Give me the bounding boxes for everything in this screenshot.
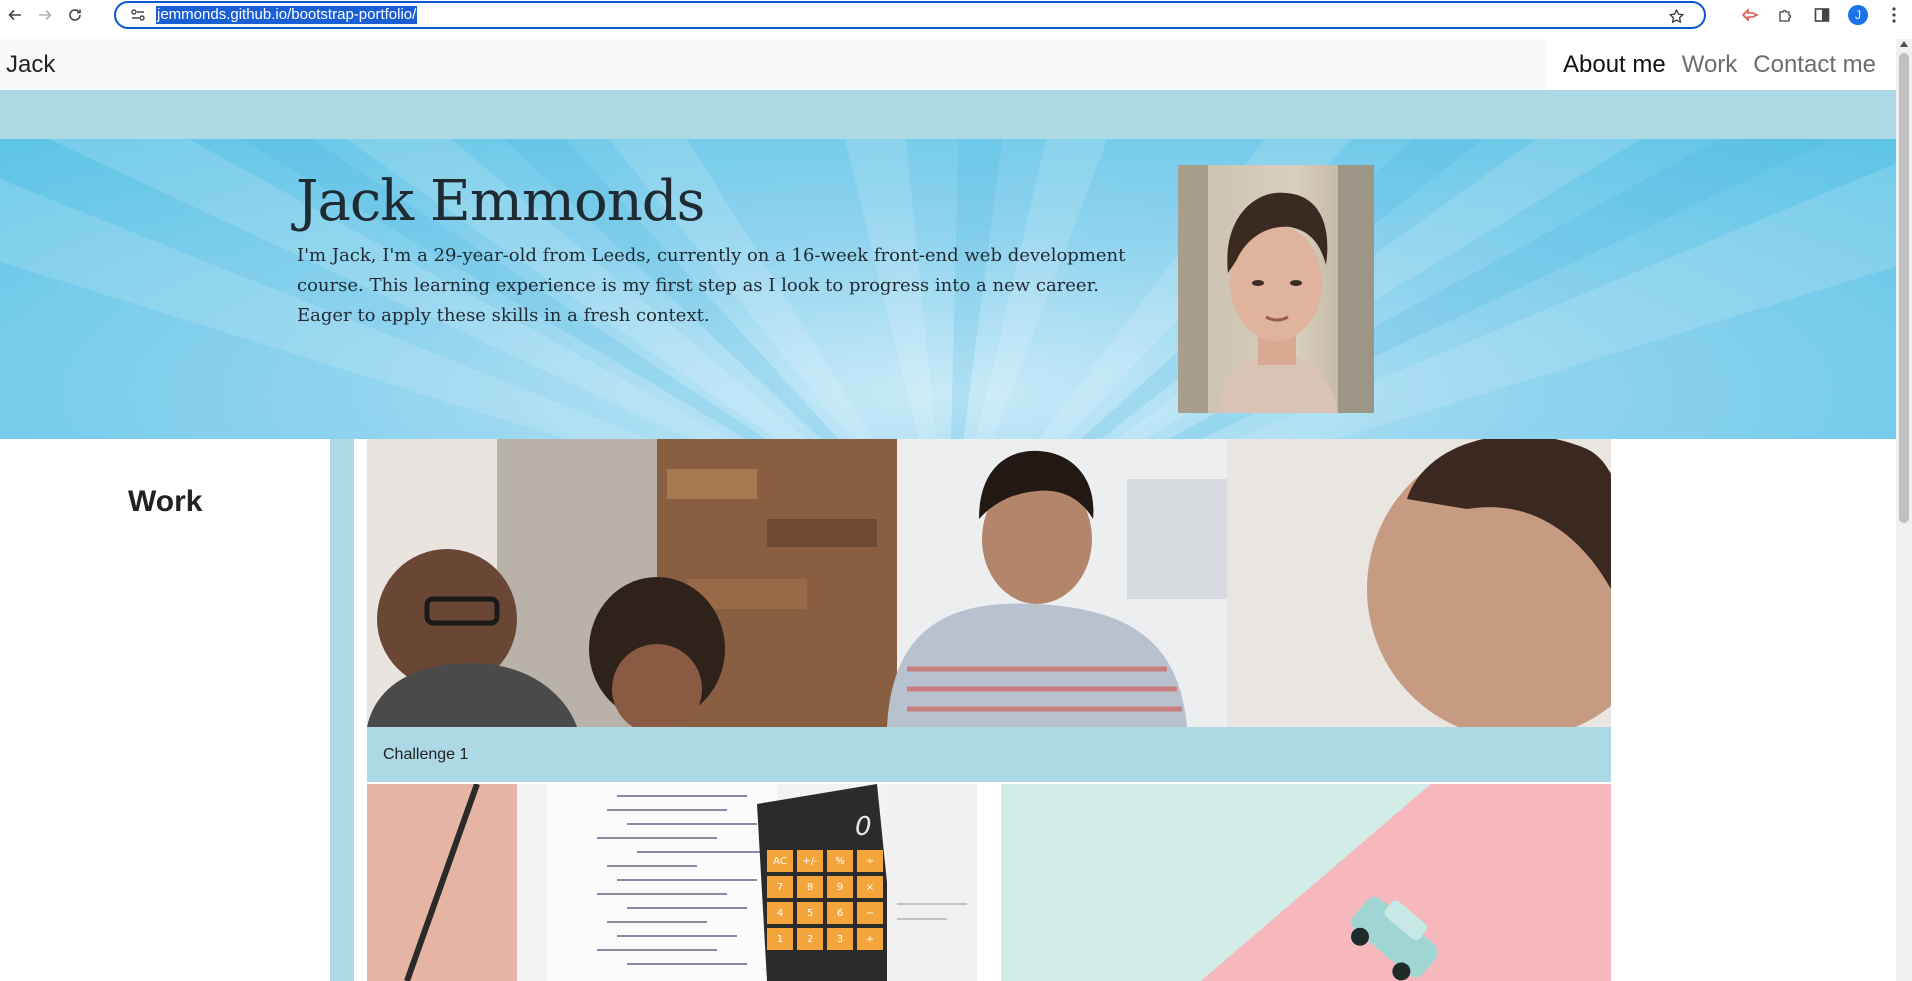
arrow-left-icon — [8, 9, 21, 21]
site-info-icon[interactable] — [124, 3, 152, 27]
calc-key: 3 — [827, 928, 853, 950]
site-navbar: Jack About me Work Contact me — [0, 39, 1896, 90]
hero-jumbotron: Jack Emmonds I'm Jack, I'm a 29-year-old… — [0, 139, 1896, 439]
calculator-keypad: AC +/- % ÷ 7 8 9 × 4 5 6 − 1 2 3 + — [767, 850, 885, 950]
challenge-1-title: Challenge 1 — [383, 745, 469, 763]
work-sidebar: Work — [0, 439, 330, 981]
arrow-right-icon — [39, 9, 52, 21]
profile-photo — [1178, 165, 1374, 413]
bookmark-star-icon[interactable] — [1666, 6, 1686, 26]
calc-key: − — [857, 902, 883, 924]
hero-intro: I'm Jack, I'm a 29-year-old from Leeds, … — [297, 245, 1126, 326]
calculator-project-image[interactable]: 0 AC +/- % ÷ 7 8 9 × 4 5 6 − 1 2 3 + — [367, 784, 977, 981]
calc-key: % — [827, 850, 853, 872]
browser-toolbar: jemmonds.github.io/bootstrap-portfolio/ … — [0, 0, 1912, 30]
extensions-puzzle-icon[interactable] — [1768, 0, 1804, 30]
calc-key: 4 — [767, 902, 793, 924]
reload-icon — [69, 9, 81, 21]
navbar-brand[interactable]: Jack — [0, 51, 55, 79]
toy-car-project-image[interactable] — [1001, 784, 1611, 981]
url-text[interactable]: jemmonds.github.io/bootstrap-portfolio/ — [156, 6, 418, 24]
work-heading: Work — [128, 485, 203, 518]
challenge-1-image[interactable] — [367, 439, 1611, 727]
calc-key: 2 — [797, 928, 823, 950]
page-scrollbar[interactable] — [1896, 39, 1912, 981]
calculator-display: 0 — [855, 812, 872, 842]
profile-avatar[interactable]: J — [1840, 0, 1876, 30]
calc-key: +/- — [797, 850, 823, 872]
scroll-up-arrow-icon[interactable] — [1900, 41, 1908, 47]
forward-button[interactable] — [30, 0, 60, 30]
calc-key: 1 — [767, 928, 793, 950]
work-gallery: Challenge 1 0 AC +/- % ÷ 7 8 9 × 4 5 6 −… — [354, 439, 1612, 981]
nav-link-about-me[interactable]: About me — [1555, 51, 1674, 79]
calc-key: 9 — [827, 876, 853, 898]
calc-key: AC — [767, 850, 793, 872]
accent-band — [0, 90, 1896, 139]
calc-key: × — [857, 876, 883, 898]
address-bar[interactable]: jemmonds.github.io/bootstrap-portfolio/ — [114, 1, 1706, 29]
scrollbar-thumb[interactable] — [1899, 53, 1909, 523]
calc-key: ÷ — [857, 850, 883, 872]
reload-button[interactable] — [60, 0, 90, 30]
calc-key: 7 — [767, 876, 793, 898]
hero-title: Jack Emmonds — [296, 169, 705, 234]
work-divider-bar — [330, 439, 354, 981]
back-button[interactable] — [0, 0, 30, 30]
menu-kebab-icon[interactable] — [1876, 0, 1912, 30]
extension-red-icon[interactable] — [1732, 0, 1768, 30]
nav-link-work[interactable]: Work — [1674, 51, 1746, 79]
challenge-1-caption: Challenge 1 — [367, 727, 1611, 782]
side-panel-icon[interactable] — [1804, 0, 1840, 30]
calc-key: + — [857, 928, 883, 950]
calc-key: 5 — [797, 902, 823, 924]
calc-key: 8 — [797, 876, 823, 898]
calc-key: 6 — [827, 902, 853, 924]
nav-link-contact-me[interactable]: Contact me — [1745, 51, 1884, 79]
nav-links: About me Work Contact me — [1546, 39, 1896, 90]
